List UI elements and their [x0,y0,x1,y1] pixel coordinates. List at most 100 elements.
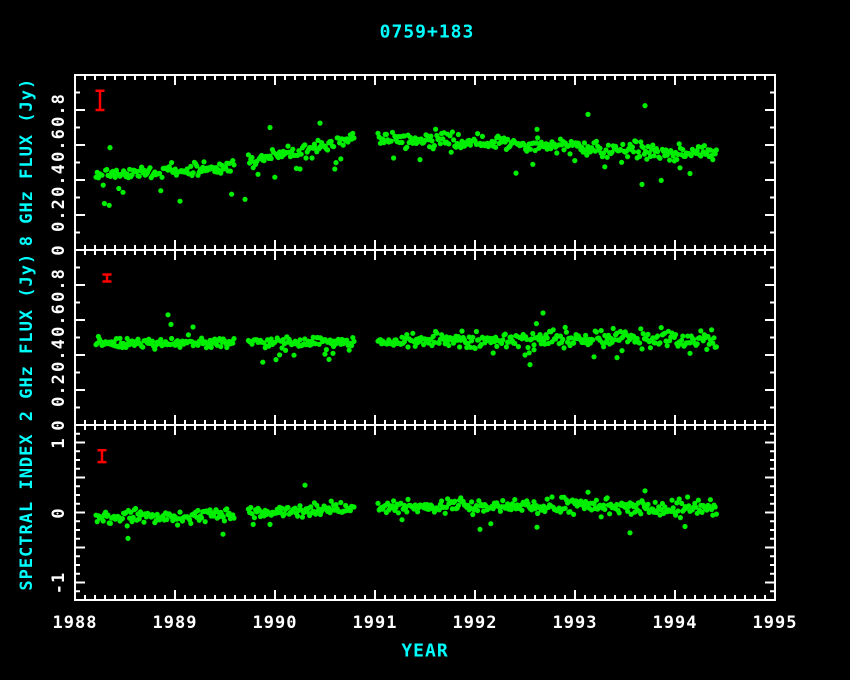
x-tick-label: 1991 [353,613,398,633]
data-point [252,515,257,520]
data-point [494,344,499,349]
data-point [222,518,227,523]
y-tick-label: 0.8 [49,268,69,302]
data-point [498,509,503,514]
y-tick-label: 0.8 [49,93,69,127]
data-point [302,483,307,488]
data-point [290,147,295,152]
data-point [714,344,719,349]
data-point [434,331,439,336]
data-point [230,341,235,346]
data-point [229,192,234,197]
data-point [625,154,630,159]
data-point [591,354,596,359]
data-point [405,344,410,349]
data-point [530,162,535,167]
x-tick-label: 1992 [453,613,498,633]
x-axis-label: YEAR [401,641,448,662]
data-point [531,342,536,347]
data-point [410,331,415,336]
data-point [512,497,517,502]
data-point [488,521,493,526]
y-tick-label: 0.2 [49,198,69,232]
data-point [704,347,709,352]
data-point [404,145,409,150]
data-point [675,508,680,513]
data-point [645,502,650,507]
data-point [117,336,122,341]
data-point [433,127,438,132]
data-point [331,144,336,149]
data-point [709,327,714,332]
data-point [519,508,524,513]
y-tick-label: 1 [49,437,69,448]
data-point [456,132,461,137]
data-point [617,510,622,515]
data-point [545,497,550,502]
data-point [255,172,260,177]
data-point [302,142,307,147]
y-tick-label: 0.6 [49,128,69,162]
plot-canvas [0,0,850,680]
data-point [231,516,236,521]
data-point [606,143,611,148]
data-point [594,139,599,144]
light-curve-figure: 0759+183 8 GHz FLUX (Jy) 2 GHz FLUX (Jy)… [0,0,850,680]
data-point [636,149,641,154]
data-point [338,500,343,505]
y-tick-label: 0.6 [49,303,69,337]
data-point [637,154,642,159]
data-point [480,134,485,139]
data-point [535,135,540,140]
data-point [325,147,330,152]
data-point [713,504,718,509]
data-point [513,171,518,176]
data-point [125,523,130,528]
y-tick-label: 0.4 [49,338,69,372]
y-axis-label-spectral-index: SPECTRAL INDEX [17,433,37,590]
data-point [351,135,356,140]
data-point [404,509,409,514]
data-point [450,129,455,134]
data-point [493,145,498,150]
data-point [273,357,278,362]
data-point [399,517,404,522]
data-point [599,514,604,519]
data-point [291,353,296,358]
data-point [611,326,616,331]
data-point [607,511,612,516]
y-tick-label: 0 [49,244,69,255]
x-tick-label: 1989 [153,613,198,633]
plot-title: 0759+183 [380,22,475,43]
data-point [601,344,606,349]
data-point [572,158,577,163]
data-point [500,498,505,503]
data-point [653,500,658,505]
data-point [99,173,104,178]
data-point [300,515,305,520]
data-point [503,332,508,337]
data-point [583,333,588,338]
data-point [534,127,539,132]
data-point [309,155,314,160]
data-point [534,525,539,530]
data-point [714,147,719,152]
data-point [116,186,121,191]
y-tick-label: 0 [49,419,69,430]
data-point [594,498,599,503]
data-point [317,121,322,126]
data-point [329,139,334,144]
data-point [708,497,713,502]
data-point [633,139,638,144]
data-point [527,362,532,367]
y-tick-label: 0.2 [49,373,69,407]
data-point [125,536,130,541]
data-point [564,330,569,335]
data-point [303,155,308,160]
data-point [446,141,451,146]
data-point [614,355,619,360]
data-point [659,325,664,330]
data-point [637,340,642,345]
data-point [655,333,660,338]
data-point [191,170,196,175]
